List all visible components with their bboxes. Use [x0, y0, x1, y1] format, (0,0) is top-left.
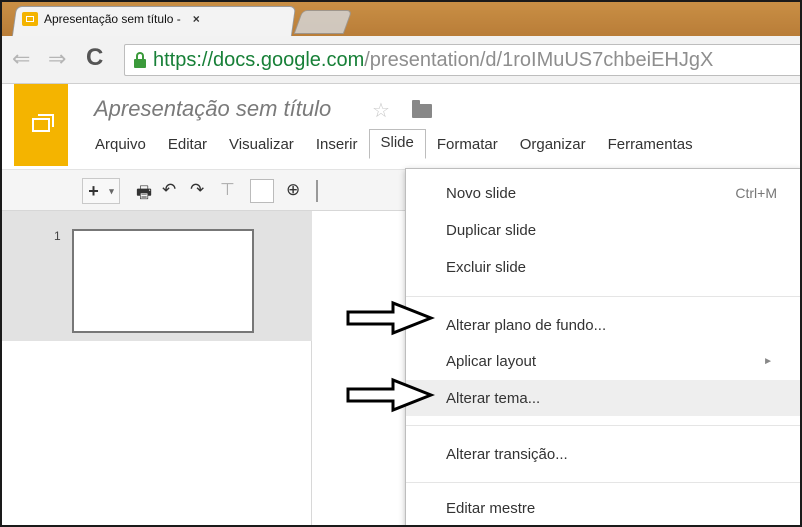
- menu-arquivo[interactable]: Arquivo: [84, 132, 157, 157]
- address-bar[interactable]: https://docs.google.com /presentation/d/…: [124, 44, 800, 76]
- chevron-down-icon[interactable]: ▾: [109, 186, 114, 197]
- print-icon[interactable]: 🖶: [136, 180, 152, 209]
- menu-item-label: Alterar tema...: [446, 389, 541, 407]
- menu-item-label: Duplicar slide: [446, 221, 537, 239]
- plus-icon: +: [88, 180, 99, 201]
- filmstrip-empty-area: [2, 341, 312, 525]
- slide-filmstrip: 1: [2, 211, 312, 341]
- menu-inserir[interactable]: Inserir: [305, 132, 369, 157]
- menu-item-change-theme[interactable]: Alterar tema...: [406, 380, 800, 416]
- browser-tab-content[interactable]: Apresentação sem título - ×: [22, 8, 200, 30]
- back-arrow-icon[interactable]: ⇐: [12, 46, 30, 72]
- menu-formatar[interactable]: Formatar: [426, 132, 509, 157]
- document-title[interactable]: Apresentação sem título: [94, 96, 331, 122]
- menu-item-label: Editar mestre: [446, 499, 536, 517]
- menu-divider: [406, 482, 800, 483]
- menu-item-label: Novo slide: [446, 184, 517, 202]
- menu-item-label: Aplicar layout: [446, 352, 537, 370]
- new-tab-button[interactable]: [293, 10, 353, 34]
- url-path: /presentation/d/1roIMuUS7chbeiEHJgX: [364, 48, 714, 71]
- menu-slide[interactable]: Slide: [368, 129, 426, 159]
- slide-thumbnail[interactable]: [72, 229, 254, 333]
- menu-divider: [406, 296, 800, 297]
- undo-icon[interactable]: ↶: [162, 180, 176, 200]
- annotation-arrow-icon: [346, 377, 435, 413]
- submenu-arrow-icon: ►: [763, 355, 773, 367]
- menu-editar[interactable]: Editar: [157, 132, 218, 157]
- menu-organizar[interactable]: Organizar: [509, 132, 597, 157]
- folder-icon[interactable]: [412, 100, 432, 118]
- menu-bar: Arquivo Editar Visualizar Inserir Slide …: [84, 129, 704, 159]
- shortcut-label: Ctrl+M: [735, 185, 777, 201]
- tab-title: Apresentação sem título -: [44, 12, 181, 26]
- menu-item-change-background[interactable]: Alterar plano de fundo...: [406, 307, 800, 343]
- slide-dropdown-menu: Novo slide Ctrl+M Duplicar slide Excluir…: [405, 168, 800, 525]
- menu-item-edit-master[interactable]: Editar mestre: [406, 490, 800, 525]
- screenshot-frame: Apresentação sem título - × ⇐ ⇒ C https:…: [0, 0, 802, 527]
- menu-ferramentas[interactable]: Ferramentas: [597, 132, 704, 157]
- menu-item-label: Excluir slide: [446, 258, 527, 276]
- lock-icon: [133, 52, 147, 68]
- reload-icon[interactable]: C: [86, 44, 103, 72]
- slide-number: 1: [54, 229, 61, 243]
- menu-visualizar[interactable]: Visualizar: [218, 132, 305, 157]
- paint-format-icon[interactable]: ⊤: [220, 180, 235, 200]
- menu-item-label: Alterar transição...: [446, 445, 568, 463]
- redo-icon[interactable]: ↷: [190, 180, 204, 200]
- url-host: https://docs.google.com: [153, 48, 365, 71]
- menu-item-duplicate-slide[interactable]: Duplicar slide: [406, 212, 800, 248]
- browser-toolbar: ⇐ ⇒ C https://docs.google.com /presentat…: [2, 36, 800, 84]
- menu-item-delete-slide[interactable]: Excluir slide: [406, 249, 800, 285]
- menu-divider: [406, 425, 800, 426]
- docs-header: Apresentação sem título ☆ Arquivo Editar…: [2, 84, 800, 169]
- menu-item-apply-layout[interactable]: Aplicar layout ►: [406, 343, 800, 379]
- browser-tab-strip: Apresentação sem título - ×: [2, 2, 800, 36]
- star-icon[interactable]: ☆: [372, 98, 390, 123]
- tab-close-icon[interactable]: ×: [193, 12, 200, 26]
- slides-logo-icon[interactable]: [14, 84, 68, 166]
- annotation-arrow-icon: [346, 300, 435, 336]
- menu-item-new-slide[interactable]: Novo slide Ctrl+M: [406, 175, 800, 211]
- menu-item-change-transition[interactable]: Alterar transição...: [406, 436, 800, 472]
- select-layout-icon[interactable]: [250, 179, 274, 203]
- slides-favicon-icon: [22, 12, 38, 26]
- menu-item-label: Alterar plano de fundo...: [446, 316, 607, 334]
- toolbar-divider: [316, 180, 318, 202]
- zoom-icon[interactable]: ⊕: [286, 180, 300, 200]
- new-slide-button[interactable]: + ▾: [82, 178, 120, 204]
- forward-arrow-icon[interactable]: ⇒: [48, 46, 66, 72]
